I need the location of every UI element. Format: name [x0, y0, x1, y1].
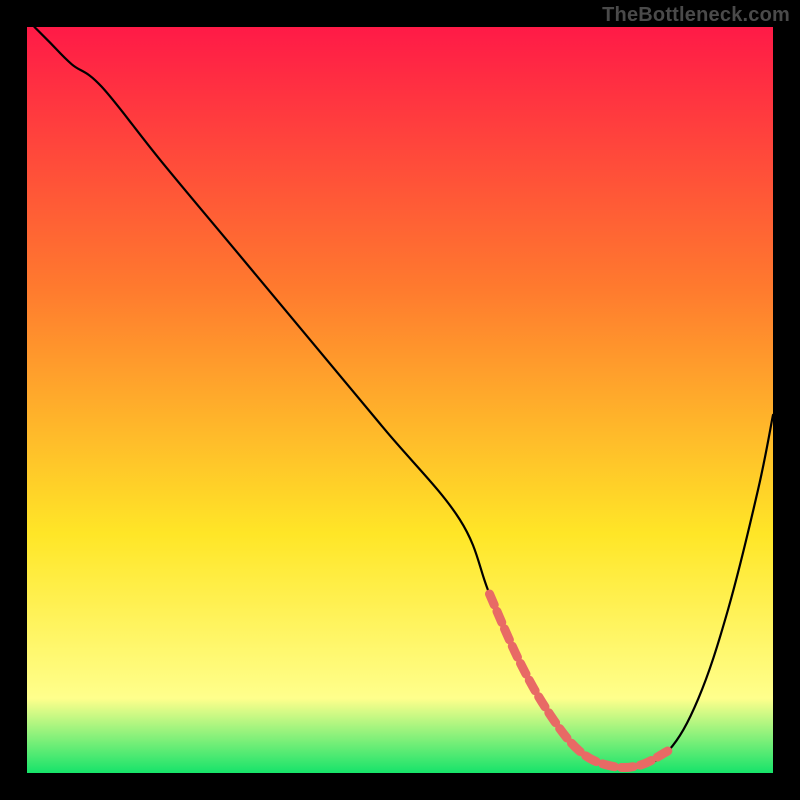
watermark-text: TheBottleneck.com [602, 4, 790, 27]
plot-area [27, 27, 773, 773]
chart-frame: TheBottleneck.com [0, 0, 800, 800]
gradient-background [27, 27, 773, 773]
chart-svg [27, 27, 773, 773]
